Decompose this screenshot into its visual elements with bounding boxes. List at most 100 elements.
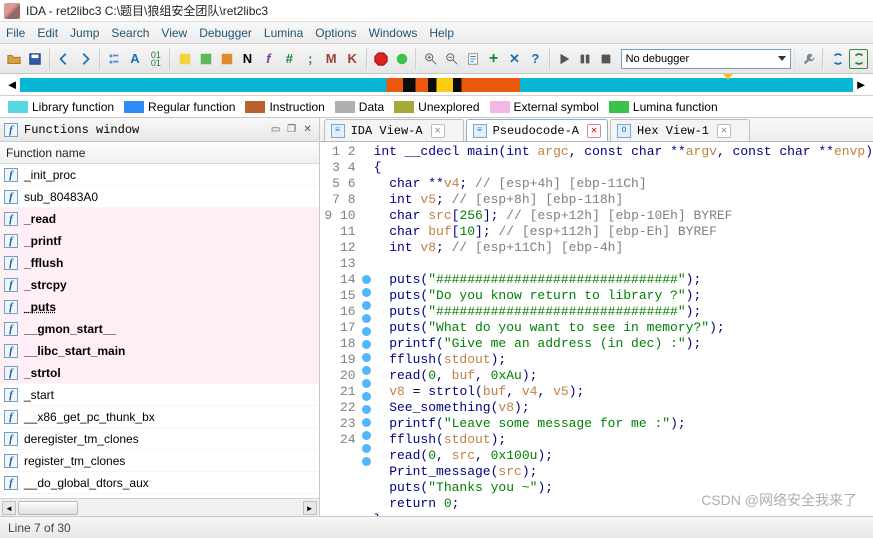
breakpoint-dot-icon[interactable] [362,418,371,427]
debugger-select[interactable]: No debugger [621,49,791,69]
highlight-orange-icon[interactable] [217,49,236,69]
nav-next-icon[interactable]: ► [854,78,868,92]
window-title: IDA - ret2libc3 C:\题目\狼组安全团队\ret2libc3 [26,2,268,19]
function-row[interactable]: f_printf [0,230,319,252]
breakpoint-dot-icon[interactable] [362,327,371,336]
function-row[interactable]: f_read [0,208,319,230]
stop-sign-icon[interactable] [372,49,391,69]
toolbar-separator [99,48,101,70]
function-name: _init_proc [24,168,76,182]
forward-icon[interactable] [76,49,95,69]
breakpoint-dot-icon[interactable] [362,314,371,323]
status-text: Line 7 of 30 [8,521,71,535]
breakpoint-dot-icon[interactable] [362,405,371,414]
cross-icon[interactable]: ✕ [505,49,524,69]
function-row[interactable]: f_strcpy [0,274,319,296]
breakpoint-dot-icon[interactable] [362,275,371,284]
tab-ida-view[interactable]: ≡ IDA View-A ✕ [324,119,464,141]
menu-search[interactable]: Search [111,26,149,40]
open-icon[interactable] [5,49,24,69]
breakpoint-dot-icon[interactable] [362,288,371,297]
menu-jump[interactable]: Jump [70,26,99,40]
function-row[interactable]: fregister_tm_clones [0,450,319,472]
functions-scrollbar[interactable]: ◄ ► [0,498,319,516]
functions-list[interactable]: f_init_procfsub_80483A0f_readf_printff_f… [0,164,319,498]
text-n-icon[interactable]: N [238,49,257,69]
zoom-out-icon[interactable] [442,49,461,69]
breakpoint-dot-icon[interactable] [362,379,371,388]
function-row[interactable]: f_fflush [0,252,319,274]
back-icon[interactable] [55,49,74,69]
breakpoint-dot-icon[interactable] [362,366,371,375]
menu-lumina[interactable]: Lumina [264,26,303,40]
navigation-band[interactable]: ◄ ► [0,74,873,96]
function-row[interactable]: f__do_global_dtors_aux [0,472,319,494]
menu-windows[interactable]: Windows [369,26,418,40]
functions-column-header[interactable]: Function name [0,142,319,164]
function-icon: f [4,388,18,402]
menu-view[interactable]: View [161,26,187,40]
m-icon[interactable]: M [322,49,341,69]
wrench-icon[interactable] [799,49,818,69]
menu-debugger[interactable]: Debugger [199,26,252,40]
play-icon[interactable] [555,49,574,69]
tab-close-icon[interactable]: ✕ [431,124,445,138]
menu-file[interactable]: File [6,26,25,40]
function-row[interactable]: f_start [0,384,319,406]
tab-pseudocode[interactable]: ≡ Pseudocode-A ✕ [466,119,608,141]
function-row[interactable]: f__x86_get_pc_thunk_bx [0,406,319,428]
k-icon[interactable]: K [343,49,362,69]
zoom-in-icon[interactable] [421,49,440,69]
function-name: _strcpy [24,278,67,292]
function-row[interactable]: f_init_proc [0,164,319,186]
stop-icon[interactable] [597,49,616,69]
function-row[interactable]: fderegister_tm_clones [0,428,319,450]
text-f-icon[interactable]: f [259,49,278,69]
pane-restore-icon[interactable]: ❐ [285,123,299,137]
text-icon[interactable]: A [125,49,144,69]
tab-close-icon[interactable]: ✕ [587,124,601,138]
scroll-thumb[interactable] [18,501,78,515]
green-circle-icon[interactable] [392,49,411,69]
code-view[interactable]: 1 2 3 4 5 6 7 8 9 10 11 12 13 14 15 16 1… [320,142,873,516]
save-icon[interactable] [26,49,45,69]
breakpoint-dot-icon[interactable] [362,444,371,453]
nav-prev-icon[interactable]: ◄ [5,78,19,92]
breakpoint-dot-icon[interactable] [362,431,371,440]
scroll-left-icon[interactable]: ◄ [2,501,16,515]
tool-icon[interactable] [105,49,124,69]
pause-icon[interactable] [576,49,595,69]
tab-label: Pseudocode-A [493,124,579,138]
tab-hex-view[interactable]: O Hex View-1 ✕ [610,119,750,141]
breakpoint-dot-icon[interactable] [362,340,371,349]
breakpoint-dot-icon[interactable] [362,457,371,466]
scroll-right-icon[interactable]: ► [303,501,317,515]
binary-icon[interactable]: 0101 [146,49,165,69]
semicolon-icon[interactable]: ; [301,49,320,69]
script-icon[interactable] [463,49,482,69]
hash-icon[interactable]: # [280,49,299,69]
highlight-yellow-icon[interactable] [175,49,194,69]
menu-help[interactable]: Help [429,26,454,40]
question-icon[interactable]: ? [526,49,545,69]
menu-options[interactable]: Options [315,26,356,40]
pane-minimize-icon[interactable]: ▭ [269,123,283,137]
breakpoint-dot-icon[interactable] [362,353,371,362]
pane-close-icon[interactable]: ✕ [301,123,315,137]
menu-edit[interactable]: Edit [37,26,58,40]
function-row[interactable]: f_strtol [0,362,319,384]
add-icon[interactable]: + [484,49,503,69]
function-icon: f [4,410,18,424]
function-row[interactable]: f_puts [0,296,319,318]
function-icon: f [4,432,18,446]
sync-green-icon[interactable] [849,49,868,69]
function-row[interactable]: fsub_80483A0 [0,186,319,208]
breakpoint-dot-icon[interactable] [362,392,371,401]
function-row[interactable]: f__libc_start_main [0,340,319,362]
sync-icon[interactable] [828,49,847,69]
tab-close-icon[interactable]: ✕ [717,124,731,138]
toolbar-separator [169,48,171,70]
highlight-green-icon[interactable] [196,49,215,69]
function-row[interactable]: f__gmon_start__ [0,318,319,340]
breakpoint-dot-icon[interactable] [362,301,371,310]
